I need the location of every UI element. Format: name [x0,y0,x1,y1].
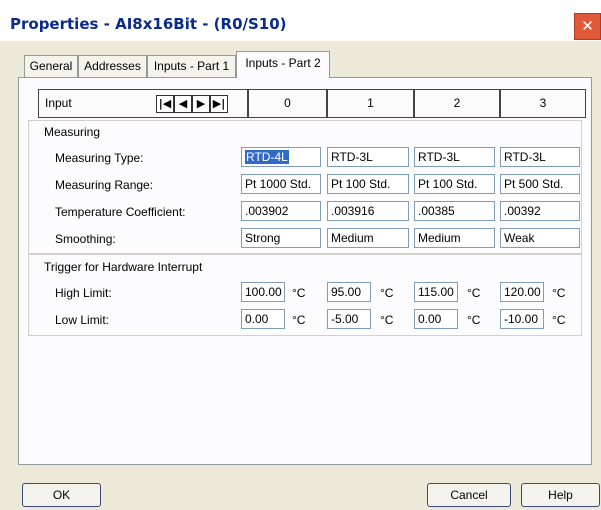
high-limit-2[interactable]: 115.00 [414,282,458,302]
low-limit-unit: °C [467,313,481,327]
close-button[interactable]: ✕ [574,13,601,40]
low-limit-3[interactable]: -10.00 [500,309,544,329]
tab-inputs-part-1[interactable]: Inputs - Part 1 [147,55,236,77]
column-header-3: 3 [500,89,586,118]
measuring-type-3[interactable]: RTD-3L [500,147,580,167]
smoothing-1[interactable]: Medium [327,228,409,248]
input-label: Input [45,96,72,110]
skip-first-icon: |◀ [158,97,172,110]
measuring-type-label: Measuring Type: [55,151,144,165]
previous-input-button[interactable]: ◀ [174,95,192,113]
tab-addresses[interactable]: Addresses [78,55,147,77]
high-limit-unit: °C [292,286,306,300]
measuring-type-2[interactable]: RTD-3L [414,147,495,167]
temperature-coefficient-3[interactable]: .00392 [500,201,580,221]
column-header-1: 1 [327,89,414,118]
temperature-coefficient-0[interactable]: .003902 [241,201,321,221]
high-limit-label: High Limit: [55,286,112,300]
high-limit-1[interactable]: 95.00 [327,282,371,302]
smoothing-label: Smoothing: [55,232,116,246]
low-limit-unit: °C [292,313,306,327]
measuring-range-1[interactable]: Pt 100 Std. [327,174,409,194]
tab-inputs-part-2[interactable]: Inputs - Part 2 [236,51,330,78]
arrow-right-icon: ▶ [196,97,206,110]
low-limit-1[interactable]: -5.00 [327,309,371,329]
smoothing-3[interactable]: Weak [500,228,580,248]
next-input-button[interactable]: ▶ [192,95,210,113]
arrow-left-icon: ◀ [178,97,188,110]
title-bar: Properties - AI8x16Bit - (R0/S10) ✕ [0,0,601,41]
column-header-2: 2 [414,89,500,118]
tab-general[interactable]: General [24,55,78,77]
low-limit-2[interactable]: 0.00 [414,309,458,329]
help-button[interactable]: Help [521,483,600,507]
input-header: Input |◀ ◀ ▶ ▶| [38,89,248,118]
measuring-range-label: Measuring Range: [55,178,154,192]
high-limit-3[interactable]: 120.00 [500,282,544,302]
column-header-0: 0 [248,89,327,118]
measuring-group-label: Measuring [44,125,101,139]
temperature-coefficient-2[interactable]: .00385 [414,201,495,221]
low-limit-0[interactable]: 0.00 [241,309,285,329]
low-limit-unit: °C [380,313,394,327]
measuring-range-3[interactable]: Pt 500 Std. [500,174,580,194]
high-limit-unit: °C [380,286,394,300]
high-limit-unit: °C [467,286,481,300]
high-limit-0[interactable]: 100.00 [241,282,285,302]
smoothing-2[interactable]: Medium [414,228,495,248]
temperature-coefficient-1[interactable]: .003916 [327,201,409,221]
low-limit-label: Low Limit: [55,313,110,327]
close-icon: ✕ [581,17,594,35]
temperature-coefficient-label: Temperature Coefficient: [55,205,186,219]
measuring-type-0[interactable]: RTD-4L [241,147,321,167]
measuring-type-1[interactable]: RTD-3L [327,147,409,167]
first-input-button[interactable]: |◀ [156,95,174,113]
properties-dialog: Properties - AI8x16Bit - (R0/S10) ✕ Gene… [0,0,601,510]
low-limit-unit: °C [552,313,566,327]
ok-button[interactable]: OK [22,483,101,507]
measuring-range-2[interactable]: Pt 100 Std. [414,174,495,194]
trigger-group-label: Trigger for Hardware Interrupt [44,260,203,274]
cancel-button[interactable]: Cancel [427,483,511,507]
last-input-button[interactable]: ▶| [210,95,228,113]
window-title: Properties - AI8x16Bit - (R0/S10) [10,15,287,33]
high-limit-unit: °C [552,286,566,300]
smoothing-0[interactable]: Strong [241,228,321,248]
skip-last-icon: ▶| [212,97,226,110]
measuring-range-0[interactable]: Pt 1000 Std. [241,174,321,194]
